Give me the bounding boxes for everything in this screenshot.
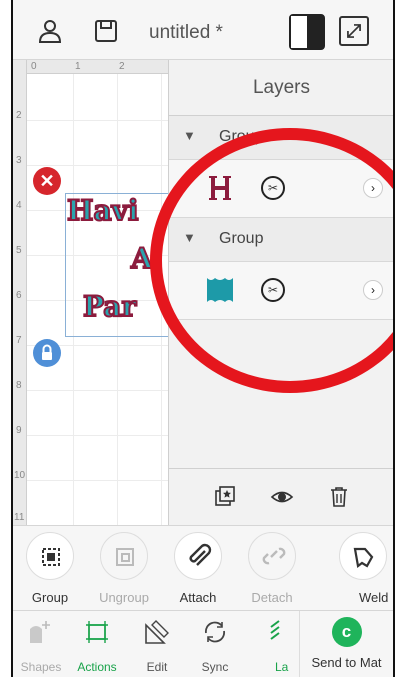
visibility-eye-icon[interactable] xyxy=(270,485,294,509)
grid-line xyxy=(13,165,171,166)
grid-line xyxy=(13,480,171,481)
split-right-pane xyxy=(307,16,323,48)
ruler-number: 10 xyxy=(14,470,26,481)
attach-button[interactable]: Attach xyxy=(161,532,235,605)
layers-toolbar xyxy=(169,468,393,525)
ruler-top: 0 1 2 xyxy=(13,60,171,74)
nav-shapes[interactable]: Shapes xyxy=(13,617,69,674)
cricut-go-icon: c xyxy=(331,617,362,647)
nav-actions[interactable]: Actions xyxy=(69,617,125,674)
design-text-line[interactable]: Par xyxy=(82,289,137,324)
ruler-number: 9 xyxy=(16,425,22,436)
layers-panel-title: Layers xyxy=(169,60,393,116)
group-button[interactable]: Group xyxy=(13,532,87,605)
lock-proportions-button[interactable] xyxy=(33,339,61,367)
paperclip-icon xyxy=(174,532,222,580)
ruler-number: 7 xyxy=(16,335,22,346)
nav-edit[interactable]: Edit xyxy=(129,617,185,674)
nav-label: Edit xyxy=(146,660,168,674)
send-to-mat-button[interactable]: c Send to Mat xyxy=(299,611,393,677)
lock-icon xyxy=(42,344,52,360)
bottom-navigation: Shapes Actions Edit Sync La c Send to Ma… xyxy=(13,610,393,677)
expand-icon[interactable] xyxy=(339,16,369,46)
top-bar: untitled * xyxy=(13,0,393,60)
close-icon: ✕ xyxy=(39,171,55,191)
split-left-pane xyxy=(291,16,307,48)
weld-button[interactable]: Weld xyxy=(309,532,393,605)
action-label: Group xyxy=(31,590,69,605)
detach-button[interactable]: Detach xyxy=(235,532,309,605)
trash-icon[interactable] xyxy=(327,485,351,509)
nav-sync[interactable]: Sync xyxy=(187,617,243,674)
ruler-number: 5 xyxy=(16,245,22,256)
sync-icon xyxy=(205,621,225,643)
ungroup-button[interactable]: Ungroup xyxy=(87,532,161,605)
ungroup-icon xyxy=(100,532,148,580)
duplicate-icon[interactable] xyxy=(213,485,237,509)
weld-icon xyxy=(339,532,387,580)
actions-icon xyxy=(86,621,108,643)
nav-layers[interactable]: La xyxy=(253,617,299,674)
action-label: Ungroup xyxy=(99,590,149,605)
delete-selection-button[interactable]: ✕ xyxy=(33,167,61,195)
send-to-mat-label: Send to Mat xyxy=(311,655,382,670)
ruler-number: 2 xyxy=(16,110,22,121)
action-label: Attach xyxy=(179,590,217,605)
document-title: untitled * xyxy=(149,22,223,43)
grid-line xyxy=(13,120,171,121)
split-view-button[interactable] xyxy=(289,14,325,50)
ruler-number: 8 xyxy=(16,380,22,391)
ruler-number: 0 xyxy=(31,61,37,72)
nav-label: Shapes xyxy=(20,660,62,674)
nav-label: La xyxy=(275,660,289,674)
nav-label: Sync xyxy=(201,660,229,674)
ruler-left: 2 3 4 5 6 7 8 9 10 11 xyxy=(13,60,27,525)
action-label: Detach xyxy=(251,590,293,605)
shapes-icon xyxy=(30,621,50,643)
ruler-number: 4 xyxy=(16,200,22,211)
nav-label: Actions xyxy=(77,660,117,674)
detach-icon xyxy=(248,532,296,580)
ruler-number: 3 xyxy=(16,155,22,166)
ruler-number: 2 xyxy=(119,61,125,72)
edit-icon xyxy=(145,620,169,644)
ruler-number: 11 xyxy=(14,512,25,523)
grid-line xyxy=(13,435,171,436)
save-icon[interactable] xyxy=(93,18,119,44)
ruler-number: 1 xyxy=(75,61,81,72)
design-canvas[interactable]: 0 1 2 2 3 4 5 6 7 8 9 10 11 Havi A Par ✕ xyxy=(13,60,171,525)
grid-line xyxy=(13,390,171,391)
action-label: Weld xyxy=(359,590,389,605)
ruler-number: 6 xyxy=(16,290,22,301)
actions-tray: Group Ungroup Attach Detach Weld xyxy=(13,525,393,610)
group-icon xyxy=(26,532,74,580)
collapse-triangle-icon[interactable]: ▼ xyxy=(183,128,196,143)
app-window: untitled * 0 1 2 2 3 4 5 6 7 8 9 10 11 H… xyxy=(11,0,395,677)
layers-icon xyxy=(270,620,280,640)
design-text-line[interactable]: Havi xyxy=(66,193,140,228)
account-icon[interactable] xyxy=(37,18,63,44)
